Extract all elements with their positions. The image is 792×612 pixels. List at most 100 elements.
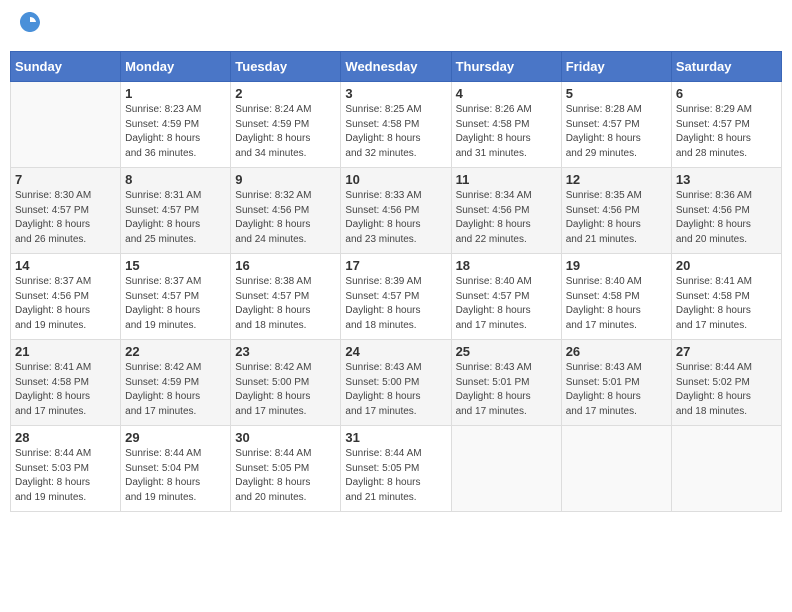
day-number: 10: [345, 172, 446, 187]
calendar-cell: 5Sunrise: 8:28 AM Sunset: 4:57 PM Daylig…: [561, 82, 671, 168]
calendar-week-row: 21 Sunrise: 8:41 AM Sunset: 4:58 PM Dayli…: [11, 340, 782, 426]
calendar-cell: 27 Sunrise: 8:44 AM Sunset: 5:02 PM Dayli…: [671, 340, 781, 426]
day-info: Sunrise: 8:42 AM Sunset: 5:00 PM Dayligh…: [235, 361, 336, 419]
day-number: 18: [456, 258, 557, 273]
calendar-week-row: 1 Sunrise: 8:23 AM Sunset: 4:59 PM Daylig…: [11, 82, 782, 168]
day-number: 28: [15, 430, 116, 445]
day-info: Sunrise: 8:32 AM Sunset: 4:56 PM Dayligh…: [235, 189, 336, 247]
day-info: Sunrise: 8:37 AM Sunset: 4:56 PM Dayligh…: [15, 275, 116, 333]
calendar-cell: 7 Sunrise: 8:30 AM Sunset: 4:57 PM Daylig…: [11, 168, 121, 254]
day-info: Sunrise: 8:39 AM Sunset: 4:57 PM Dayligh…: [345, 275, 446, 333]
day-number: 15: [125, 258, 226, 273]
day-info: Sunrise: 8:37 AM Sunset: 4:57 PM Dayligh…: [125, 275, 226, 333]
day-number: 8: [125, 172, 226, 187]
calendar-cell: 20 Sunrise: 8:41 AM Sunset: 4:58 PM Dayli…: [671, 254, 781, 340]
day-info: Sunrise: 8:44 AM Sunset: 5:02 PM Dayligh…: [676, 361, 777, 419]
day-number: 21: [15, 344, 116, 359]
day-header-sunday: Sunday: [11, 52, 121, 82]
calendar-cell: 23 Sunrise: 8:42 AM Sunset: 5:00 PM Dayli…: [231, 340, 341, 426]
day-info: Sunrise: 8:29 AM Sunset: 4:57 PM Dayligh…: [676, 103, 777, 161]
calendar-cell: 4 Sunrise: 8:26 AM Sunset: 4:58 PM Daylig…: [451, 82, 561, 168]
day-number: 19: [566, 258, 667, 273]
day-number: 1: [125, 86, 226, 101]
day-info: Sunrise: 8:30 AM Sunset: 4:57 PM Dayligh…: [15, 189, 116, 247]
calendar-cell: 26 Sunrise: 8:43 AM Sunset: 5:01 PM Dayli…: [561, 340, 671, 426]
day-number: 17: [345, 258, 446, 273]
day-info: Sunrise: 8:36 AM Sunset: 4:56 PM Dayligh…: [676, 189, 777, 247]
calendar-cell: 13 Sunrise: 8:36 AM Sunset: 4:56 PM Dayli…: [671, 168, 781, 254]
calendar-cell: [11, 82, 121, 168]
day-number: 9: [235, 172, 336, 187]
calendar-header-row: SundayMondayTuesdayWednesdayThursdayFrid…: [11, 52, 782, 82]
calendar-table: SundayMondayTuesdayWednesdayThursdayFrid…: [10, 51, 782, 512]
day-info: Sunrise: 8:28 AM Sunset: 4:57 PM Dayligh…: [566, 103, 667, 161]
calendar-cell: 6Sunrise: 8:29 AM Sunset: 4:57 PM Daylig…: [671, 82, 781, 168]
day-number: 2: [235, 86, 336, 101]
day-info: Sunrise: 8:40 AM Sunset: 4:57 PM Dayligh…: [456, 275, 557, 333]
day-info: Sunrise: 8:24 AM Sunset: 4:59 PM Dayligh…: [235, 103, 336, 161]
day-number: 3: [345, 86, 446, 101]
calendar-cell: 3 Sunrise: 8:25 AM Sunset: 4:58 PM Daylig…: [341, 82, 451, 168]
page-header: [10, 10, 782, 43]
day-number: 26: [566, 344, 667, 359]
calendar-cell: 15 Sunrise: 8:37 AM Sunset: 4:57 PM Dayli…: [121, 254, 231, 340]
day-number: 29: [125, 430, 226, 445]
day-number: 7: [15, 172, 116, 187]
day-info: Sunrise: 8:40 AM Sunset: 4:58 PM Dayligh…: [566, 275, 667, 333]
day-info: Sunrise: 8:41 AM Sunset: 4:58 PM Dayligh…: [15, 361, 116, 419]
day-info: Sunrise: 8:44 AM Sunset: 5:04 PM Dayligh…: [125, 447, 226, 505]
day-header-tuesday: Tuesday: [231, 52, 341, 82]
day-number: 24: [345, 344, 446, 359]
day-info: Sunrise: 8:23 AM Sunset: 4:59 PM Dayligh…: [125, 103, 226, 161]
calendar-cell: 12Sunrise: 8:35 AM Sunset: 4:56 PM Dayli…: [561, 168, 671, 254]
day-info: Sunrise: 8:43 AM Sunset: 5:01 PM Dayligh…: [566, 361, 667, 419]
calendar-week-row: 7 Sunrise: 8:30 AM Sunset: 4:57 PM Daylig…: [11, 168, 782, 254]
calendar-cell: 22Sunrise: 8:42 AM Sunset: 4:59 PM Dayli…: [121, 340, 231, 426]
day-number: 23: [235, 344, 336, 359]
calendar-cell: [671, 426, 781, 512]
day-number: 20: [676, 258, 777, 273]
calendar-cell: [451, 426, 561, 512]
day-info: Sunrise: 8:44 AM Sunset: 5:05 PM Dayligh…: [235, 447, 336, 505]
day-header-wednesday: Wednesday: [341, 52, 451, 82]
calendar-cell: 30 Sunrise: 8:44 AM Sunset: 5:05 PM Dayli…: [231, 426, 341, 512]
day-number: 27: [676, 344, 777, 359]
day-number: 30: [235, 430, 336, 445]
day-info: Sunrise: 8:25 AM Sunset: 4:58 PM Dayligh…: [345, 103, 446, 161]
day-info: Sunrise: 8:43 AM Sunset: 5:00 PM Dayligh…: [345, 361, 446, 419]
calendar-cell: 2 Sunrise: 8:24 AM Sunset: 4:59 PM Daylig…: [231, 82, 341, 168]
day-info: Sunrise: 8:43 AM Sunset: 5:01 PM Dayligh…: [456, 361, 557, 419]
day-number: 16: [235, 258, 336, 273]
day-info: Sunrise: 8:41 AM Sunset: 4:58 PM Dayligh…: [676, 275, 777, 333]
day-info: Sunrise: 8:38 AM Sunset: 4:57 PM Dayligh…: [235, 275, 336, 333]
calendar-cell: 11Sunrise: 8:34 AM Sunset: 4:56 PM Dayli…: [451, 168, 561, 254]
logo: [14, 10, 44, 43]
calendar-cell: 19 Sunrise: 8:40 AM Sunset: 4:58 PM Dayli…: [561, 254, 671, 340]
calendar-cell: 17 Sunrise: 8:39 AM Sunset: 4:57 PM Dayli…: [341, 254, 451, 340]
calendar-week-row: 28Sunrise: 8:44 AM Sunset: 5:03 PM Dayli…: [11, 426, 782, 512]
day-number: 22: [125, 344, 226, 359]
day-header-friday: Friday: [561, 52, 671, 82]
day-info: Sunrise: 8:31 AM Sunset: 4:57 PM Dayligh…: [125, 189, 226, 247]
day-header-monday: Monday: [121, 52, 231, 82]
calendar-cell: 28Sunrise: 8:44 AM Sunset: 5:03 PM Dayli…: [11, 426, 121, 512]
calendar-cell: 1 Sunrise: 8:23 AM Sunset: 4:59 PM Daylig…: [121, 82, 231, 168]
day-info: Sunrise: 8:44 AM Sunset: 5:05 PM Dayligh…: [345, 447, 446, 505]
day-info: Sunrise: 8:33 AM Sunset: 4:56 PM Dayligh…: [345, 189, 446, 247]
day-number: 31: [345, 430, 446, 445]
day-header-thursday: Thursday: [451, 52, 561, 82]
calendar-cell: 21 Sunrise: 8:41 AM Sunset: 4:58 PM Dayli…: [11, 340, 121, 426]
day-info: Sunrise: 8:26 AM Sunset: 4:58 PM Dayligh…: [456, 103, 557, 161]
calendar-cell: 9 Sunrise: 8:32 AM Sunset: 4:56 PM Daylig…: [231, 168, 341, 254]
day-info: Sunrise: 8:35 AM Sunset: 4:56 PM Dayligh…: [566, 189, 667, 247]
calendar-cell: 29 Sunrise: 8:44 AM Sunset: 5:04 PM Dayli…: [121, 426, 231, 512]
day-number: 11: [456, 172, 557, 187]
calendar-cell: 25 Sunrise: 8:43 AM Sunset: 5:01 PM Dayli…: [451, 340, 561, 426]
day-header-saturday: Saturday: [671, 52, 781, 82]
calendar-week-row: 14Sunrise: 8:37 AM Sunset: 4:56 PM Dayli…: [11, 254, 782, 340]
day-number: 4: [456, 86, 557, 101]
calendar-cell: 8 Sunrise: 8:31 AM Sunset: 4:57 PM Daylig…: [121, 168, 231, 254]
calendar-cell: 14Sunrise: 8:37 AM Sunset: 4:56 PM Dayli…: [11, 254, 121, 340]
day-number: 25: [456, 344, 557, 359]
day-number: 13: [676, 172, 777, 187]
